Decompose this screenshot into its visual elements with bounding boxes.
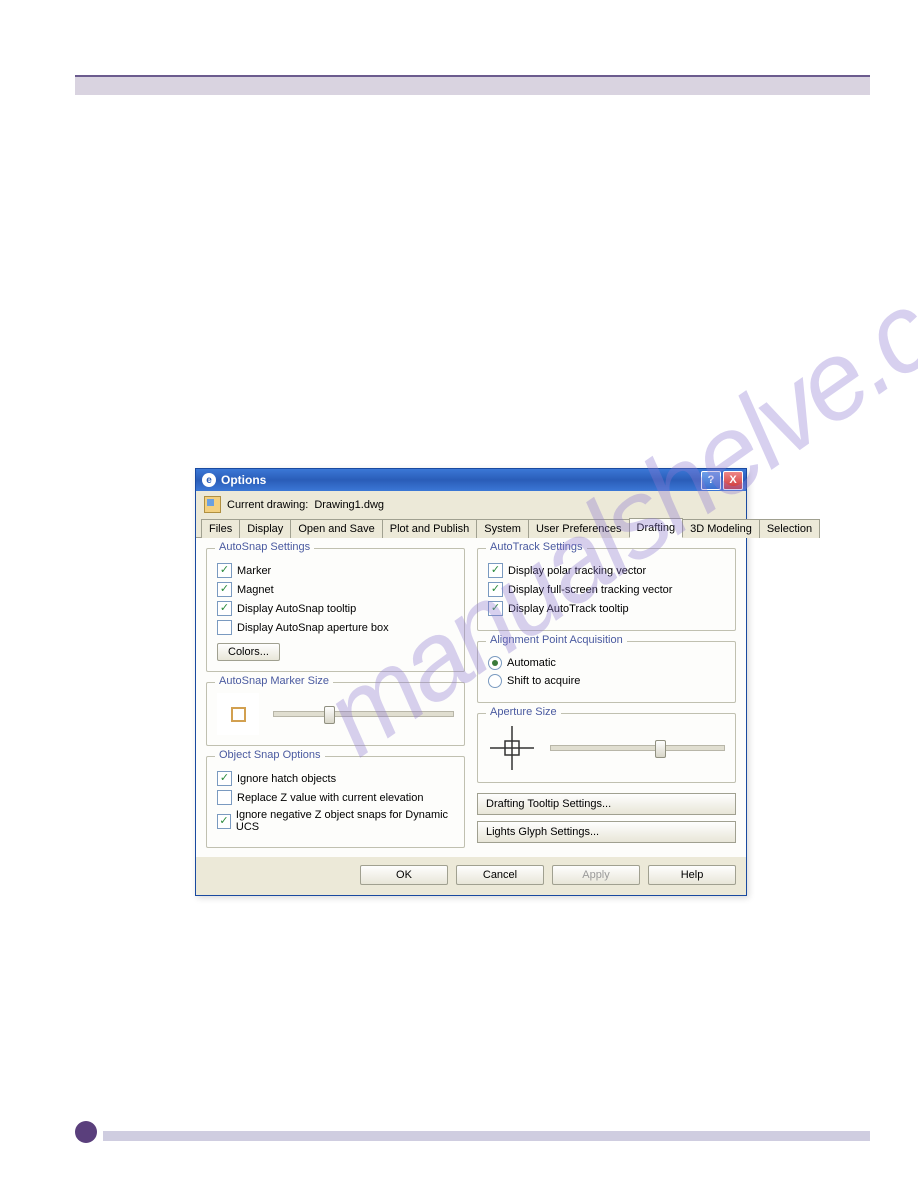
tab-selection[interactable]: Selection — [759, 519, 820, 538]
help-button[interactable]: Help — [648, 865, 736, 885]
group-title-aperture: Aperture Size — [486, 706, 561, 718]
label-marker: Marker — [237, 565, 271, 577]
tab-plot-publish[interactable]: Plot and Publish — [382, 519, 478, 538]
label-replace-z: Replace Z value with current elevation — [237, 792, 423, 804]
marker-slider-thumb[interactable] — [324, 706, 335, 724]
current-drawing-value: Drawing1.dwg — [314, 499, 384, 511]
current-drawing-label: Current drawing: — [227, 499, 308, 511]
label-autotrack-tooltip: Display AutoTrack tooltip — [508, 603, 629, 615]
drawing-icon — [204, 496, 221, 513]
aperture-preview-box — [488, 724, 536, 772]
label-ignore-hatch: Ignore hatch objects — [237, 773, 336, 785]
radio-automatic[interactable] — [488, 656, 502, 670]
ok-button[interactable]: OK — [360, 865, 448, 885]
titlebar-help-button[interactable]: ? — [701, 471, 721, 490]
checkbox-aperture-box[interactable] — [217, 620, 232, 635]
checkbox-magnet[interactable]: ✓ — [217, 582, 232, 597]
left-column: AutoSnap Settings ✓ Marker ✓ Magnet ✓ Di… — [206, 548, 465, 849]
marker-size-slider[interactable] — [273, 711, 454, 717]
app-icon: e — [202, 473, 216, 487]
tab-system[interactable]: System — [476, 519, 529, 538]
label-fullscreen-tracking: Display full-screen tracking vector — [508, 584, 672, 596]
aperture-slider-thumb[interactable] — [655, 740, 666, 758]
label-ignore-neg-z: Ignore negative Z object snaps for Dynam… — [236, 809, 454, 833]
group-title-alignment: Alignment Point Acquisition — [486, 634, 627, 646]
dialog-footer: OK Cancel Apply Help — [196, 857, 746, 895]
colors-button[interactable]: Colors... — [217, 643, 280, 661]
group-title-autosnap: AutoSnap Settings — [215, 541, 314, 553]
group-autotrack-settings: AutoTrack Settings ✓ Display polar track… — [477, 548, 736, 631]
group-autosnap-settings: AutoSnap Settings ✓ Marker ✓ Magnet ✓ Di… — [206, 548, 465, 672]
dialog-title: Options — [221, 473, 701, 487]
tab-3d-modeling[interactable]: 3D Modeling — [682, 519, 760, 538]
tab-panel-drafting: AutoSnap Settings ✓ Marker ✓ Magnet ✓ Di… — [196, 538, 746, 857]
checkbox-polar-tracking[interactable]: ✓ — [488, 563, 503, 578]
options-dialog: e Options ? X Current drawing: Drawing1.… — [195, 468, 747, 896]
tab-open-save[interactable]: Open and Save — [290, 519, 382, 538]
cancel-button[interactable]: Cancel — [456, 865, 544, 885]
subheader: Current drawing: Drawing1.dwg — [196, 491, 746, 517]
tab-strip: Files Display Open and Save Plot and Pub… — [196, 517, 746, 538]
drafting-tooltip-settings-button[interactable]: Drafting Tooltip Settings... — [477, 793, 736, 815]
label-aperture-box: Display AutoSnap aperture box — [237, 622, 389, 634]
checkbox-autotrack-tooltip[interactable]: ✓ — [488, 601, 503, 616]
radio-shift-acquire[interactable] — [488, 674, 502, 688]
page-header-decoration — [75, 75, 870, 95]
label-polar-tracking: Display polar tracking vector — [508, 565, 646, 577]
titlebar-close-button[interactable]: X — [723, 471, 743, 490]
checkbox-replace-z[interactable] — [217, 790, 232, 805]
tab-display[interactable]: Display — [239, 519, 291, 538]
group-alignment-point: Alignment Point Acquisition Automatic Sh… — [477, 641, 736, 703]
titlebar: e Options ? X — [196, 469, 746, 491]
label-magnet: Magnet — [237, 584, 274, 596]
group-autosnap-marker-size: AutoSnap Marker Size — [206, 682, 465, 746]
tab-drafting[interactable]: Drafting — [629, 518, 684, 538]
page-footer-decoration — [75, 1129, 870, 1143]
checkbox-marker[interactable]: ✓ — [217, 563, 232, 578]
checkbox-ignore-hatch[interactable]: ✓ — [217, 771, 232, 786]
group-title-marker-size: AutoSnap Marker Size — [215, 675, 333, 687]
checkbox-ignore-neg-z[interactable]: ✓ — [217, 814, 231, 829]
tab-files[interactable]: Files — [201, 519, 240, 538]
group-aperture-size: Aperture Size — [477, 713, 736, 783]
right-buttons: Drafting Tooltip Settings... Lights Glyp… — [477, 793, 736, 849]
tab-user-prefs[interactable]: User Preferences — [528, 519, 630, 538]
checkbox-autosnap-tooltip[interactable]: ✓ — [217, 601, 232, 616]
group-title-osnap-options: Object Snap Options — [215, 749, 325, 761]
aperture-crosshair-icon — [488, 724, 536, 772]
checkbox-fullscreen-tracking[interactable]: ✓ — [488, 582, 503, 597]
right-column: AutoTrack Settings ✓ Display polar track… — [477, 548, 736, 849]
group-title-autotrack: AutoTrack Settings — [486, 541, 587, 553]
marker-preview-box — [217, 693, 259, 735]
label-shift-acquire: Shift to acquire — [507, 675, 580, 687]
group-object-snap-options: Object Snap Options ✓ Ignore hatch objec… — [206, 756, 465, 848]
lights-glyph-settings-button[interactable]: Lights Glyph Settings... — [477, 821, 736, 843]
marker-square-icon — [231, 707, 246, 722]
label-autosnap-tooltip: Display AutoSnap tooltip — [237, 603, 356, 615]
apply-button[interactable]: Apply — [552, 865, 640, 885]
aperture-size-slider[interactable] — [550, 745, 725, 751]
label-automatic: Automatic — [507, 657, 556, 669]
